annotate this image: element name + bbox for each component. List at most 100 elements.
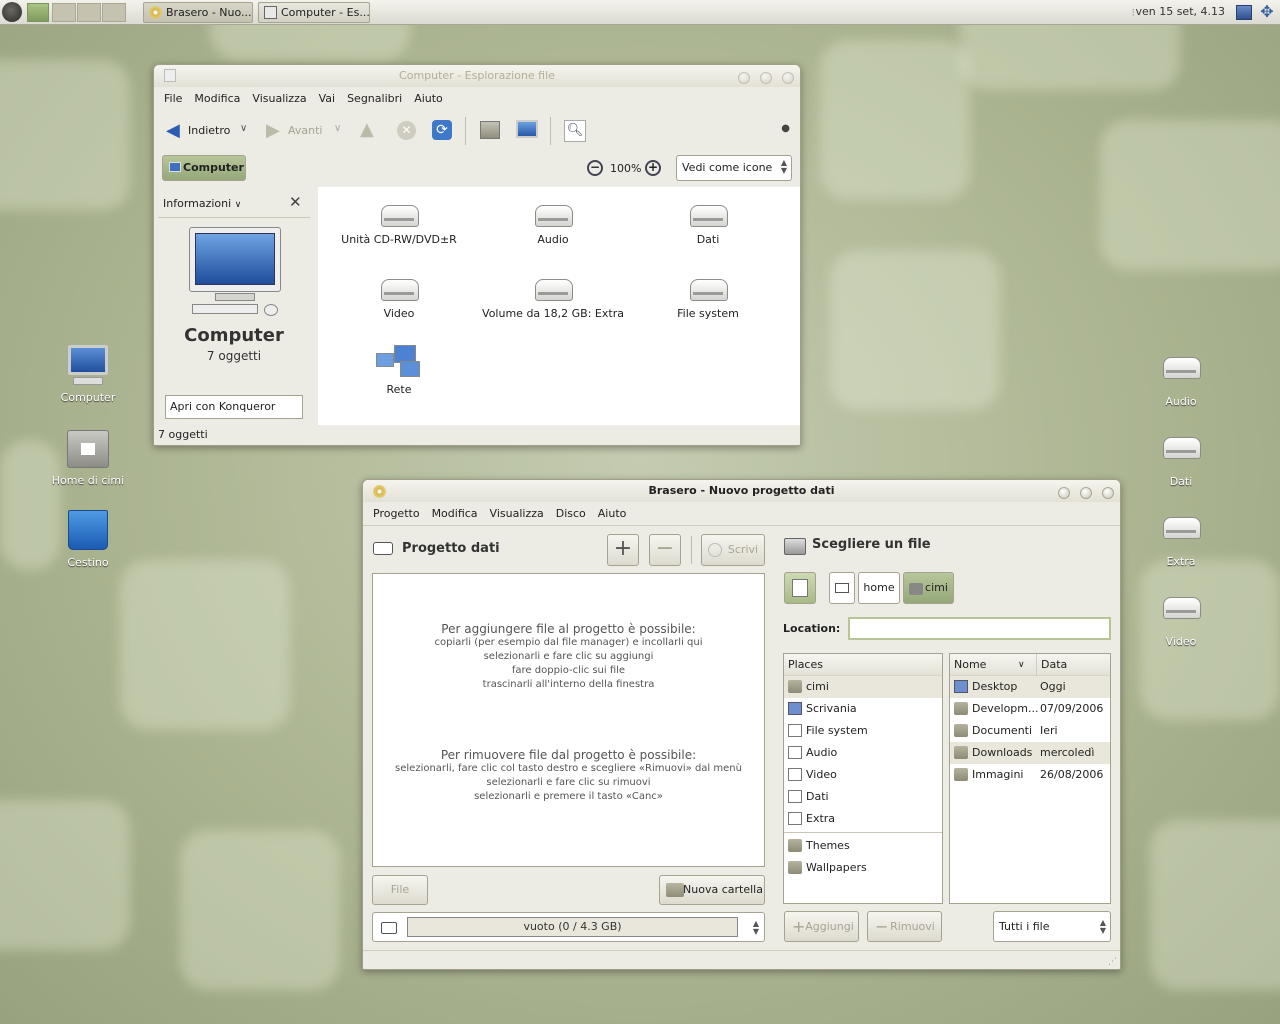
menu-progetto[interactable]: Progetto [373,503,420,525]
location-label: Computer [183,161,244,174]
bookmark-wallpapers[interactable]: Wallpapers [784,857,942,879]
computer-icon[interactable] [516,120,538,138]
network-icon[interactable] [1236,5,1252,20]
file-row[interactable]: Immagini 26/08/2006 [950,764,1110,786]
edit-location-button[interactable] [784,572,816,604]
nautilus-titlebar[interactable]: Computer - Esplorazione file [154,65,800,87]
disc-selector[interactable]: vuoto (0 / 4.3 GB) ▲ ▼ [372,912,765,942]
drive-icon [381,275,419,303]
forward-button[interactable]: ▶ Avanti [266,120,322,142]
chooser-remove-button[interactable]: − Rimuovi [867,911,942,942]
path-button-home[interactable]: home [858,572,900,604]
resize-grip-icon[interactable]: ⋰ [1108,957,1117,967]
project-area[interactable]: Per aggiungere file al progetto è possib… [372,573,765,867]
home-icon[interactable] [480,121,500,139]
workspace-switcher-3[interactable] [102,3,126,22]
new-folder-button[interactable]: Nuova cartella [659,875,765,905]
item-filesystem[interactable]: File system [633,275,783,320]
stop-icon[interactable]: ✕ [397,121,416,140]
workspace-switcher-2[interactable] [77,3,101,22]
location-input[interactable] [848,617,1111,640]
file-row[interactable]: Documenti Ieri [950,720,1110,742]
add-button[interactable]: + [607,534,639,566]
show-desktop-button[interactable] [27,3,49,22]
sidepane-selector[interactable]: Informazioni ∨ [163,197,241,210]
item-audio[interactable]: Audio [478,201,628,246]
path-button-root[interactable] [829,572,855,604]
path-button-cimi[interactable]: cimi [903,572,954,604]
menu-modifica[interactable]: Modifica [432,503,478,525]
close-button[interactable] [782,72,794,84]
desktop-icon-trash[interactable]: Cestino [48,510,128,569]
open-with-button[interactable]: Apri con Konqueror [165,395,303,419]
filtered-files-button[interactable]: File filtrati [372,875,428,924]
desktop-icon-audio[interactable]: Audio [1141,353,1221,408]
back-history-chevron-icon[interactable]: ∨ [240,123,247,134]
file-filter-select[interactable]: Tutti i file ▲ ▼ [993,911,1111,942]
forward-history-chevron-icon[interactable]: ∨ [334,123,341,134]
workspace-switcher-1[interactable] [52,3,76,22]
brasero-titlebar[interactable]: Brasero - Nuovo progetto dati [363,480,1120,502]
place-filesystem[interactable]: File system [784,720,942,742]
location-button-computer[interactable]: Computer [162,155,246,181]
desktop-icon-computer[interactable]: Computer [48,345,128,404]
place-cimi[interactable]: cimi [784,676,942,698]
menu-aiuto[interactable]: Aiuto [414,88,443,110]
bookmark-themes[interactable]: Themes [784,835,942,857]
item-network[interactable]: Rete [324,345,474,396]
view-mode-select[interactable]: Vedi come icone ▲ ▼ [676,155,792,181]
move-icon[interactable]: ✥ [1258,3,1276,21]
menu-visualizza[interactable]: Visualizza [252,88,306,110]
place-scrivania[interactable]: Scrivania [784,698,942,720]
place-audio[interactable]: Audio [784,742,942,764]
file-row[interactable]: Developm... 07/09/2006 [950,698,1110,720]
taskbar-button-nautilus[interactable]: Computer - Es... [258,2,370,23]
remove-button[interactable]: − [649,534,681,566]
back-button[interactable]: ◀ Indietro [166,120,230,142]
window-menu-icon[interactable] [164,69,176,82]
menu-visualizza[interactable]: Visualizza [490,503,544,525]
burn-button[interactable]: Scrivi [701,534,765,566]
places-header[interactable]: Places [784,654,942,676]
folder-icon [954,702,968,715]
search-icon[interactable]: 🔍︎ [564,120,586,142]
item-cdrom[interactable]: Unità CD-RW/DVD±R [324,201,474,246]
menu-segnalibri[interactable]: Segnalibri [347,88,402,110]
zoom-level[interactable]: 100% [610,162,641,175]
close-button[interactable] [1102,487,1114,499]
file-row[interactable]: Downloads mercoledì [950,742,1110,764]
taskbar-button-brasero[interactable]: Brasero - Nuo... [143,2,253,23]
minimize-button[interactable] [738,72,750,84]
desktop-icon-extra[interactable]: Extra [1141,513,1221,568]
item-dati[interactable]: Dati [633,201,783,246]
menu-vai[interactable]: Vai [319,88,335,110]
place-extra[interactable]: Extra [784,808,942,830]
brasero-disc-icon[interactable] [373,485,386,498]
menu-disco[interactable]: Disco [556,503,586,525]
menu-aiuto[interactable]: Aiuto [598,503,627,525]
chooser-add-button[interactable]: + Aggiungi [784,911,859,942]
place-video[interactable]: Video [784,764,942,786]
clock[interactable]: ven 15 set, 4.13 [1135,5,1225,18]
column-header-name[interactable]: Nome [954,654,986,676]
zoom-in-icon[interactable]: + [645,160,661,176]
menu-file[interactable]: File [164,88,182,110]
maximize-button[interactable] [1080,487,1092,499]
minimize-button[interactable] [1058,487,1070,499]
main-menu-icon[interactable] [2,2,22,22]
item-video[interactable]: Video [324,275,474,320]
up-arrow-icon[interactable]: ▲ [360,119,374,140]
maximize-button[interactable] [760,72,772,84]
zoom-out-icon[interactable]: − [587,160,603,176]
reload-icon[interactable]: ⟳ [432,120,452,140]
desktop-icon-video[interactable]: Video [1141,593,1221,648]
menu-modifica[interactable]: Modifica [194,88,240,110]
open-with-label: Apri con Konqueror [170,400,276,413]
close-sidepane-icon[interactable]: ✕ [289,193,302,211]
desktop-icon-dati[interactable]: Dati [1141,433,1221,488]
item-extra[interactable]: Volume da 18,2 GB: Extra [478,275,628,320]
drive-icon [1163,353,1201,381]
desktop-icon-home[interactable]: Home di cimi [48,430,128,487]
place-dati[interactable]: Dati [784,786,942,808]
file-row[interactable]: Desktop Oggi [950,676,1110,698]
